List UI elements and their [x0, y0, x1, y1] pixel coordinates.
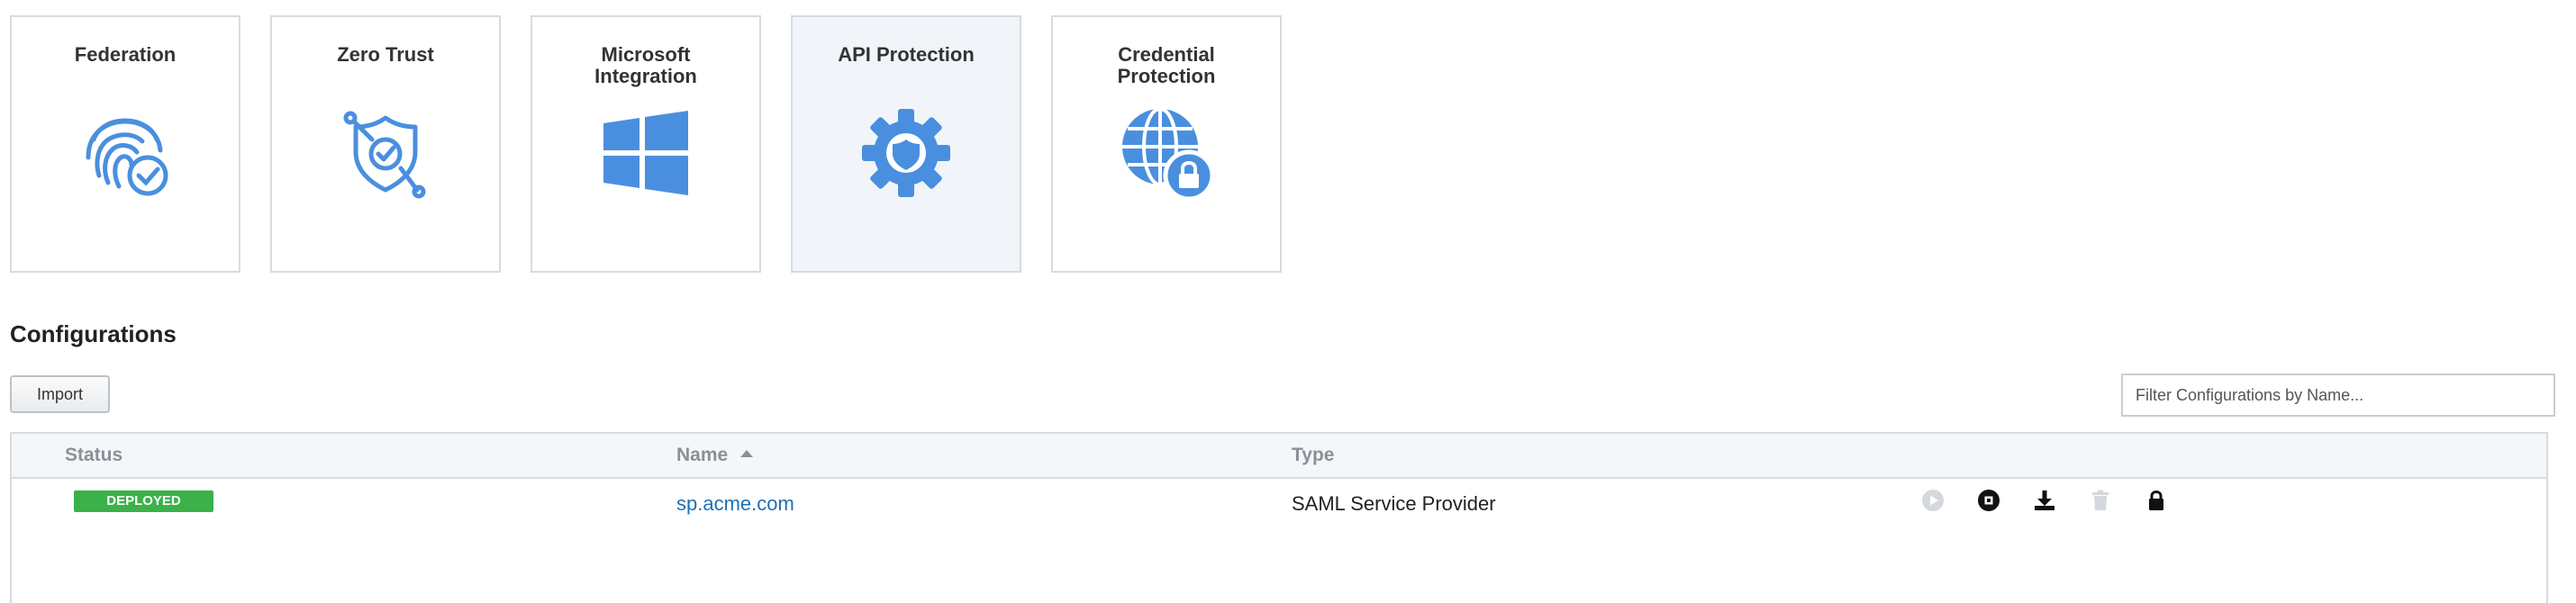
play-icon[interactable]: [1920, 488, 1946, 513]
filter-configurations-input[interactable]: [2121, 374, 2555, 417]
table-row: DEPLOYED sp.acme.com SAML Service Provid…: [12, 479, 2546, 529]
section-title: Configurations: [10, 320, 177, 347]
stop-icon[interactable]: [1976, 488, 2001, 513]
gear-shield-icon: [857, 104, 956, 202]
configurations-table: Status Name Type DEPLOYED sp.acme.com SA…: [10, 432, 2548, 603]
table-header: Status Name Type: [12, 434, 2546, 479]
trash-icon[interactable]: [2088, 488, 2113, 513]
shield-check-icon: [336, 104, 435, 202]
import-button[interactable]: Import: [10, 375, 110, 413]
windows-logo-icon: [596, 104, 695, 202]
column-header-status: Status: [65, 445, 123, 465]
column-header-name-label: Name: [676, 445, 729, 465]
sort-ascending-icon: [740, 450, 754, 458]
tile-title: API Protection: [838, 43, 975, 66]
integration-tiles: Federation Zero Trust Microsoft Integrat…: [10, 15, 1282, 273]
tile-title: Federation: [74, 43, 177, 66]
configuration-name-link[interactable]: sp.acme.com: [676, 492, 794, 516]
page: Federation Zero Trust Microsoft Integrat…: [0, 0, 2576, 603]
row-actions: [1920, 488, 2169, 513]
status-badge: DEPLOYED: [74, 490, 213, 512]
column-header-name[interactable]: Name: [676, 434, 754, 477]
tile-title: Credential Protection: [1117, 43, 1216, 87]
column-header-type: Type: [1292, 445, 1335, 465]
download-icon[interactable]: [2032, 488, 2057, 513]
configuration-type: SAML Service Provider: [1292, 492, 1496, 515]
tile-title: Microsoft Integration: [594, 43, 697, 87]
tile-zero-trust[interactable]: Zero Trust: [270, 15, 501, 273]
tile-federation[interactable]: Federation: [10, 15, 240, 273]
tile-api-protection[interactable]: API Protection: [791, 15, 1021, 273]
tile-title: Zero Trust: [337, 43, 434, 66]
globe-lock-icon: [1117, 104, 1216, 202]
tile-credential-protection[interactable]: Credential Protection: [1051, 15, 1282, 273]
fingerprint-check-icon: [76, 104, 175, 202]
tile-microsoft-integration[interactable]: Microsoft Integration: [531, 15, 761, 273]
lock-icon[interactable]: [2144, 488, 2169, 513]
